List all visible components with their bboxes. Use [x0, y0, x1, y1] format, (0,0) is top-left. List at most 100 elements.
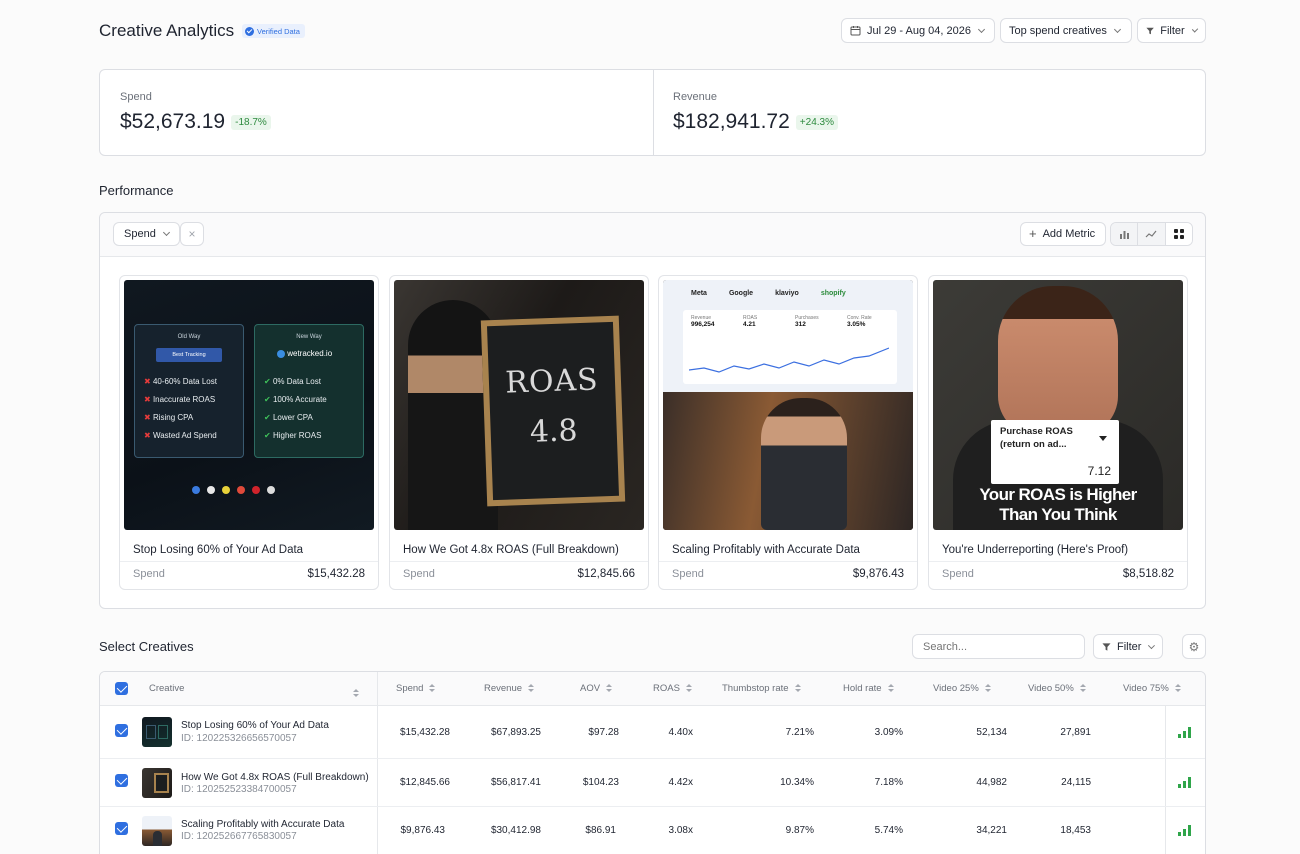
- kpi-spend: $52,673.19 -18.7%: [120, 110, 271, 134]
- column-header-video-50[interactable]: Video 50%: [1028, 683, 1086, 694]
- kpi-spend-delta: -18.7%: [231, 114, 271, 130]
- bar-chart-icon[interactable]: [1178, 825, 1191, 836]
- new-way-item: ✔ Lower CPA: [264, 413, 313, 422]
- settings-button[interactable]: ⚙: [1182, 634, 1206, 659]
- google-icon: [237, 486, 245, 494]
- cell-revenue: $56,817.41: [490, 777, 541, 788]
- date-range-button[interactable]: Jul 29 - Aug 04, 2026: [841, 18, 995, 43]
- select-all-checkbox[interactable]: [115, 682, 128, 695]
- old-way-tag: Best Tracking: [156, 348, 222, 362]
- old-way-item: ✖ Inaccurate ROAS: [144, 395, 216, 404]
- column-header-video-25[interactable]: Video 25%: [933, 683, 991, 694]
- bar-chart-icon[interactable]: [1178, 727, 1191, 738]
- verified-icon: [245, 26, 254, 36]
- grid-view-toggle[interactable]: [1165, 223, 1192, 245]
- roas-overlay-card: Purchase ROAS (return on ad... 7.12: [991, 420, 1119, 484]
- creative-spend-label: Spend: [133, 568, 165, 580]
- kpi-revenue-value: $182,941.72: [673, 110, 790, 133]
- new-way-item: ✔ 100% Accurate: [264, 395, 327, 404]
- row-creative-id: ID: 120252523384700057: [181, 784, 297, 795]
- row-checkbox[interactable]: [115, 774, 128, 787]
- column-header-thumbstop[interactable]: Thumbstop rate: [722, 683, 801, 694]
- creative-card[interactable]: Old Way Best Tracking ✖ 40-60% Data Lost…: [119, 275, 379, 590]
- kpi-spend-value: $52,673.19: [120, 110, 226, 133]
- view-select[interactable]: Top spend creatives: [1000, 18, 1132, 43]
- creative-card[interactable]: ROAS 4.8 How We Got 4.8x ROAS (Full Brea…: [389, 275, 649, 590]
- caption-line2: Than You Think: [999, 505, 1117, 524]
- cell-spend: $12,845.66: [399, 777, 450, 788]
- kpi-revenue: $182,941.72 +24.3%: [673, 110, 838, 134]
- creative-spend-label: Spend: [672, 568, 704, 580]
- kpi-revenue-label: Revenue: [673, 91, 718, 103]
- grid-icon: [1173, 229, 1184, 239]
- sort-icon: [685, 684, 692, 693]
- brand-google: Google: [728, 290, 754, 297]
- row-checkbox[interactable]: [115, 822, 128, 835]
- divider: [120, 561, 378, 562]
- row-creative-name[interactable]: Scaling Profitably with Accurate Data: [181, 819, 344, 830]
- select-creatives-title: Select Creatives: [99, 639, 194, 654]
- row-thumbnail: [142, 768, 172, 798]
- creative-thumbnail: Old Way Best Tracking ✖ 40-60% Data Lost…: [124, 280, 374, 530]
- creative-spend-value: $9,876.43: [852, 568, 904, 580]
- cell-thumbstop: 9.87%: [785, 825, 814, 836]
- cell-aov: $97.28: [588, 727, 619, 738]
- column-header-spend[interactable]: Spend: [396, 683, 436, 694]
- kpi-divider: [653, 70, 654, 155]
- cell-hold-rate: 3.09%: [874, 727, 903, 738]
- column-header-hold-rate[interactable]: Hold rate: [843, 683, 894, 694]
- creative-card[interactable]: Meta Google klaviyo shopify Revenue 996,2…: [658, 275, 918, 590]
- row-checkbox[interactable]: [115, 724, 128, 737]
- creative-spend-value: $8,518.82: [1122, 568, 1174, 580]
- column-header-video-75[interactable]: Video 75%: [1123, 683, 1181, 694]
- filter-label: Filter: [1160, 24, 1185, 37]
- verified-badge: Verified Data: [242, 24, 305, 38]
- tiktok-icon: [207, 486, 215, 494]
- filter-button[interactable]: Filter: [1137, 18, 1206, 43]
- creative-thumbnail: ROAS 4.8: [394, 280, 644, 530]
- bar-view-toggle[interactable]: [1111, 223, 1139, 245]
- search-input[interactable]: [912, 634, 1085, 659]
- sort-icon: [1174, 684, 1181, 693]
- row-thumbnail: [142, 816, 172, 846]
- roas-card-value: 7.12: [1087, 464, 1111, 478]
- cell-video-50: 24,115: [1061, 777, 1091, 788]
- add-metric-button[interactable]: + Add Metric: [1020, 222, 1106, 246]
- sort-icon[interactable]: [353, 688, 359, 697]
- creative-spend-label: Spend: [403, 568, 435, 580]
- cell-thumbstop: 7.21%: [785, 727, 814, 738]
- metric-select[interactable]: Spend: [113, 222, 180, 246]
- chevron-down-icon: [1191, 25, 1199, 33]
- column-header-creative[interactable]: Creative: [149, 683, 184, 694]
- brand-shopify: shopify: [820, 290, 846, 297]
- creative-card[interactable]: Purchase ROAS (return on ad... 7.12 Your…: [928, 275, 1188, 590]
- view-select-label: Top spend creatives: [1009, 24, 1107, 37]
- filter-icon: [1102, 642, 1111, 651]
- column-header-revenue[interactable]: Revenue: [484, 683, 535, 694]
- chevron-down-icon: [977, 25, 986, 33]
- creative-title: You're Underreporting (Here's Proof): [942, 544, 1129, 556]
- sort-icon: [794, 684, 801, 693]
- stat: ROAS 4.21: [743, 315, 758, 328]
- calendar-icon: [850, 26, 861, 36]
- remove-metric-button[interactable]: ×: [180, 222, 204, 246]
- sort-icon: [429, 684, 436, 693]
- cell-roas: 4.42x: [668, 777, 693, 788]
- pinterest-icon: [252, 486, 260, 494]
- cell-revenue: $67,893.25: [490, 727, 541, 738]
- creative-spend-value: $15,432.28: [307, 568, 365, 580]
- row-creative-name[interactable]: How We Got 4.8x ROAS (Full Breakdown): [181, 772, 369, 783]
- new-way-title: New Way: [296, 334, 322, 340]
- row-creative-id: ID: 120252667765830057: [181, 831, 297, 842]
- column-header-roas[interactable]: ROAS: [653, 683, 692, 694]
- kpi-spend-label: Spend: [120, 91, 152, 103]
- column-divider: [1165, 706, 1166, 854]
- line-view-toggle[interactable]: [1138, 223, 1166, 245]
- cell-aov: $86.91: [585, 825, 616, 836]
- column-header-aov[interactable]: AOV: [580, 683, 613, 694]
- chevron-down-icon: [1113, 25, 1121, 33]
- table-filter-button[interactable]: Filter: [1093, 634, 1163, 659]
- bar-chart-icon[interactable]: [1178, 777, 1191, 788]
- row-creative-name[interactable]: Stop Losing 60% of Your Ad Data: [181, 720, 329, 731]
- brand-klaviyo: klaviyo: [775, 290, 799, 297]
